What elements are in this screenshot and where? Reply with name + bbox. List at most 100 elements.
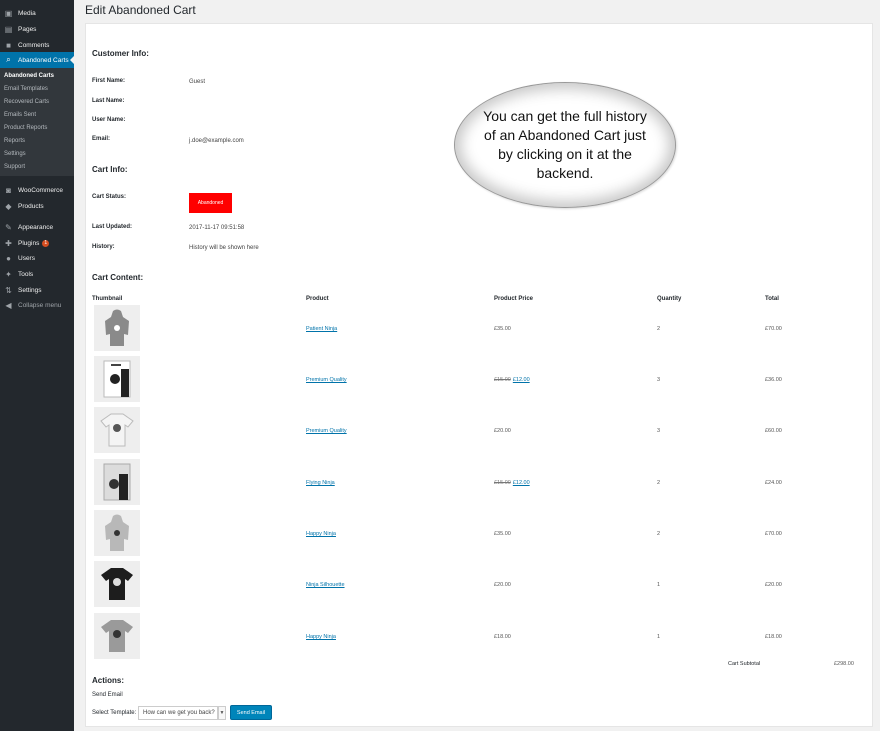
- menu-item-comments[interactable]: ■ Comments: [0, 37, 74, 53]
- chevron-down-icon[interactable]: ▼: [218, 706, 226, 720]
- product-total: £36.00: [765, 377, 782, 383]
- last-updated-value: 2017-11-17 09:51:58: [189, 225, 245, 231]
- users-icon: ●: [6, 253, 11, 263]
- last-name-label: Last Name:: [92, 98, 125, 104]
- product-link[interactable]: Flying Ninja: [306, 480, 335, 486]
- callout-text: You can get the full history of an Aband…: [483, 108, 647, 181]
- submenu-recovered-carts[interactable]: Recovered Carts: [4, 99, 49, 105]
- history-label: History:: [92, 244, 115, 250]
- original-price: £15.00: [494, 480, 511, 486]
- menu-item-media[interactable]: ▣ Media: [0, 5, 74, 21]
- admin-sidebar: ▣ Media ▤ Pages ■ Comments ⌕ Abandoned Carts…: [0, 0, 74, 731]
- column-header-thumbnail: Thumbnail: [92, 296, 123, 302]
- column-header-price: Product Price: [494, 296, 534, 302]
- submenu-abandoned-carts[interactable]: Abandoned Carts: [4, 73, 54, 79]
- customer-info-heading: Customer Info:: [92, 49, 149, 58]
- product-quantity: 3: [657, 428, 661, 434]
- tools-icon: ✦: [5, 269, 12, 279]
- product-link[interactable]: Ninja Silhouette: [306, 582, 345, 588]
- plugins-update-badge: 1: [42, 239, 50, 247]
- product-thumbnail[interactable]: [94, 356, 140, 402]
- product-thumbnail[interactable]: [94, 407, 140, 453]
- callout-bubble: You can get the full history of an Aband…: [454, 82, 676, 208]
- menu-item-users[interactable]: ● Users: [0, 250, 74, 266]
- product-price: £35.00: [494, 531, 511, 537]
- abandoned-carts-submenu: Abandoned Carts Email Templates Recovere…: [0, 68, 74, 176]
- settings-icon: ⇅: [5, 285, 12, 295]
- menu-item-settings[interactable]: ⇅ Settings: [0, 282, 74, 298]
- product-total: £18.00: [765, 634, 782, 640]
- product-link[interactable]: Patient Ninja: [306, 326, 337, 332]
- product-quantity: 2: [657, 480, 661, 486]
- product-thumbnail[interactable]: [94, 613, 140, 659]
- product-total: £70.00: [765, 326, 782, 332]
- product-total: £60.00: [765, 428, 782, 434]
- poster-icon: [103, 360, 131, 398]
- product-link[interactable]: Premium Quality: [306, 428, 347, 434]
- cart-subtotal-value: £298.00: [834, 661, 854, 667]
- collapse-menu-button[interactable]: ◀ Collapse menu: [0, 297, 74, 313]
- menu-item-woocommerce[interactable]: ◙ WooCommerce: [0, 182, 74, 198]
- menu-item-abandoned-carts[interactable]: ⌕ Abandoned Carts: [0, 52, 74, 68]
- product-quantity: 2: [657, 326, 661, 332]
- tshirt-icon: [100, 413, 134, 447]
- cart-info-heading: Cart Info:: [92, 165, 128, 174]
- email-label: Email:: [92, 136, 111, 142]
- product-total: £24.00: [765, 480, 782, 486]
- poster-icon: [103, 463, 131, 501]
- submenu-settings[interactable]: Settings: [4, 151, 26, 157]
- template-select-value: How can we get you back?: [143, 710, 215, 716]
- hoodie-icon: [105, 309, 129, 346]
- column-header-quantity: Quantity: [657, 296, 682, 302]
- select-template-label: Select Template:: [92, 710, 137, 716]
- history-value: History will be shown here: [189, 245, 259, 251]
- product-total: £20.00: [765, 582, 782, 588]
- plugins-icon: ✚: [5, 238, 12, 248]
- submenu-reports[interactable]: Reports: [4, 138, 25, 144]
- product-link[interactable]: Happy Ninja: [306, 634, 336, 640]
- pages-icon: ▤: [4, 24, 13, 34]
- products-icon: ◆: [5, 201, 12, 211]
- product-price: £15.00 £12.00: [494, 480, 530, 486]
- collapse-icon: ◀: [5, 300, 12, 310]
- menu-item-pages[interactable]: ▤ Pages: [0, 21, 74, 37]
- submenu-email-templates[interactable]: Email Templates: [4, 86, 48, 92]
- column-header-product: Product: [306, 296, 329, 302]
- product-quantity: 3: [657, 377, 661, 383]
- product-thumbnail[interactable]: [94, 459, 140, 505]
- product-thumbnail[interactable]: [94, 305, 140, 351]
- template-select[interactable]: How can we get you back?: [138, 706, 218, 720]
- send-email-heading: Send Email: [92, 692, 123, 698]
- last-updated-label: Last Updated:: [92, 224, 133, 230]
- woocommerce-icon: ◙: [6, 185, 11, 195]
- tshirt-icon: [101, 620, 133, 652]
- hoodie-icon: [105, 514, 129, 551]
- column-header-total: Total: [765, 296, 779, 302]
- first-name-label: First Name:: [92, 78, 126, 84]
- media-icon: ▣: [4, 8, 13, 18]
- submenu-emails-sent[interactable]: Emails Sent: [4, 112, 36, 118]
- product-thumbnail[interactable]: [94, 561, 140, 607]
- user-name-label: User Name:: [92, 117, 126, 123]
- menu-item-products[interactable]: ◆ Products: [0, 198, 74, 214]
- product-quantity: 1: [657, 582, 661, 588]
- send-email-button[interactable]: Send Email: [230, 705, 272, 720]
- product-quantity: 1: [657, 634, 661, 640]
- product-link[interactable]: Premium Quality: [306, 377, 347, 383]
- tshirt-icon: [101, 568, 133, 600]
- sale-price: £12.00: [512, 480, 530, 486]
- menu-item-plugins[interactable]: ✚ Plugins 1: [0, 235, 74, 251]
- email-value: j.doe@example.com: [189, 138, 244, 144]
- appearance-icon: ✎: [5, 222, 12, 232]
- product-link[interactable]: Happy Ninja: [306, 531, 336, 537]
- product-price: £18.00: [494, 634, 511, 640]
- menu-item-appearance[interactable]: ✎ Appearance: [0, 219, 74, 235]
- submenu-product-reports[interactable]: Product Reports: [4, 125, 47, 131]
- first-name-value: Guest: [189, 79, 206, 85]
- actions-heading: Actions:: [92, 676, 124, 685]
- product-thumbnail[interactable]: [94, 510, 140, 556]
- comments-icon: ■: [6, 40, 11, 50]
- submenu-support[interactable]: Support: [4, 164, 25, 170]
- sale-price: £12.00: [512, 377, 530, 383]
- menu-item-tools[interactable]: ✦ Tools: [0, 266, 74, 282]
